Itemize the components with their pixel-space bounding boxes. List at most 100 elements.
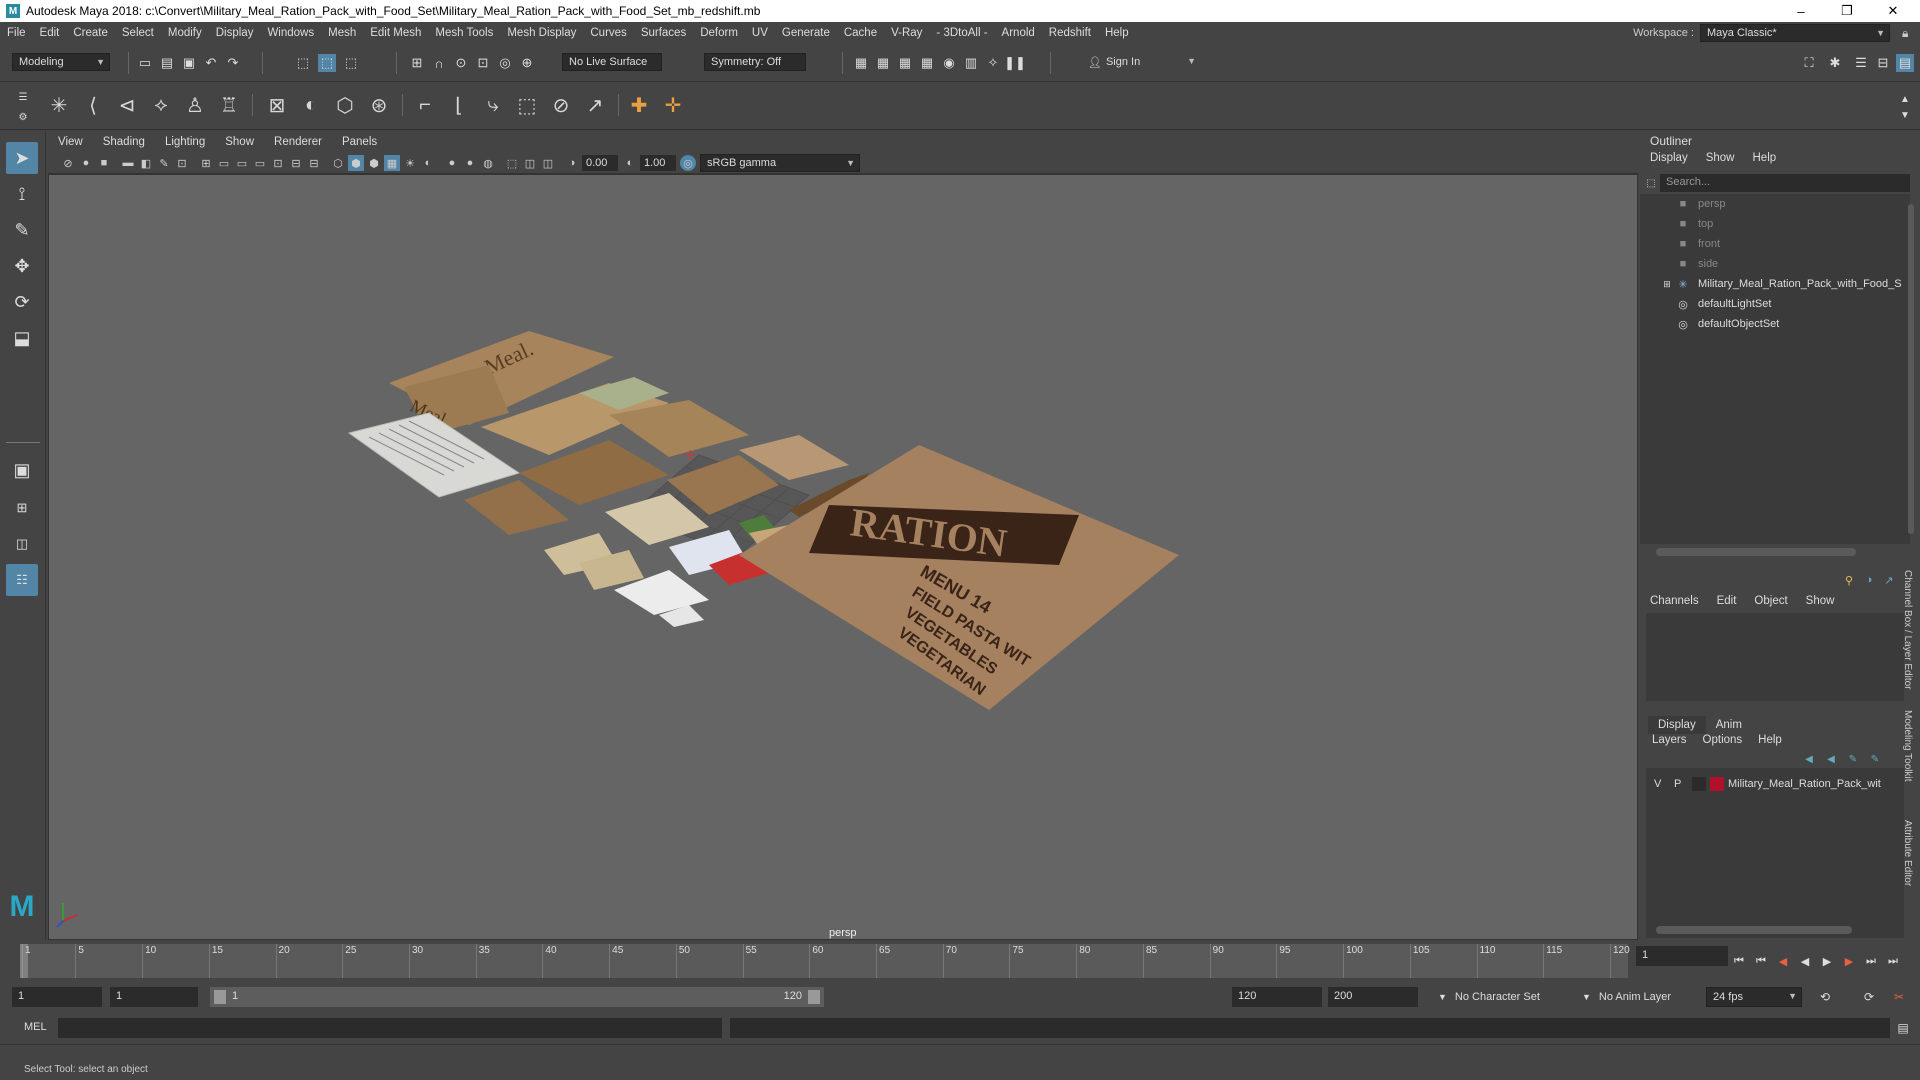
move-tool-icon[interactable]: ✥ xyxy=(6,250,38,282)
four-view-icon[interactable]: ⊞ xyxy=(6,492,38,524)
menu-mesh-display[interactable]: Mesh Display xyxy=(500,27,583,39)
auto-key-icon[interactable]: ⟳ xyxy=(1860,988,1878,1006)
xray-icon[interactable]: ◫ xyxy=(522,155,538,171)
outliner-item-default-object-set[interactable]: ◎ defaultObjectSet xyxy=(1640,314,1910,334)
layer-row[interactable]: V P Military_Meal_Ration_Pack_wit xyxy=(1646,774,1904,794)
panel-menu-shading[interactable]: Shading xyxy=(93,136,155,148)
step-back-frame-icon[interactable]: ◀ xyxy=(1774,952,1792,970)
ik-handle-icon[interactable]: ⟨ xyxy=(78,90,108,120)
sculpt-icon[interactable]: ⬚ xyxy=(512,90,542,120)
camera-select-icon[interactable]: ⊘ xyxy=(60,155,76,171)
menu-set-dropdown[interactable]: Modeling ▼ xyxy=(12,53,110,71)
cluster-icon[interactable]: ⊛ xyxy=(364,90,394,120)
menu-redshift[interactable]: Redshift xyxy=(1042,27,1098,39)
channel-menu-edit[interactable]: Edit xyxy=(1717,595,1737,607)
loop-icon[interactable]: ⟲ xyxy=(1816,988,1834,1006)
menu-modify[interactable]: Modify xyxy=(161,27,209,39)
scene-end-field[interactable]: 200 xyxy=(1328,987,1418,1007)
move-layer-up-icon[interactable]: ◀ xyxy=(1800,750,1818,768)
bend-icon[interactable]: ⌊ xyxy=(444,90,474,120)
scale-tool-icon[interactable]: ⬓ xyxy=(6,322,38,354)
new-scene-icon[interactable]: ▭ xyxy=(136,54,154,72)
shadows-icon[interactable]: ◐ xyxy=(420,155,436,171)
outliner-layout-icon[interactable]: ☷ xyxy=(6,564,38,596)
bookmarks-icon[interactable]: ▬ xyxy=(120,155,136,171)
gamma-icon[interactable]: ◐ xyxy=(622,155,638,171)
wireframe-on-shaded-icon[interactable]: ⬢ xyxy=(366,155,382,171)
character-set-dropdown[interactable]: ▼ No Character Set xyxy=(1432,987,1572,1007)
render-settings-icon[interactable]: ▦ xyxy=(918,54,936,72)
ik-spline-icon[interactable]: ⊲ xyxy=(112,90,142,120)
pivot-icon[interactable]: ✛ xyxy=(658,90,688,120)
viewport-persp[interactable]: Meal. Meal. RATION xyxy=(48,174,1638,940)
light-editor-icon[interactable]: ✧ xyxy=(984,54,1002,72)
playback-start-field[interactable]: 1 xyxy=(110,987,198,1007)
screen-space-ao-icon[interactable]: ● xyxy=(444,155,460,171)
current-time-indicator[interactable] xyxy=(20,944,28,978)
paint-weights-icon[interactable]: ◐ xyxy=(296,90,326,120)
film-gate-icon[interactable]: ▭ xyxy=(216,155,232,171)
outliner-item-side[interactable]: ■ side xyxy=(1640,254,1910,274)
select-hierarchy-icon[interactable]: ⬚ xyxy=(294,54,312,72)
grease-pencil-icon[interactable]: ✎ xyxy=(156,155,172,171)
filter-icon[interactable]: ⬚ xyxy=(1642,174,1660,192)
view-transform-dropdown[interactable]: sRGB gamma ▼ xyxy=(700,154,860,172)
layer-type-toggle[interactable] xyxy=(1692,777,1706,791)
human-ik-icon[interactable]: ✱ xyxy=(1826,54,1844,72)
persp-outliner-icon[interactable]: ◫ xyxy=(6,528,38,560)
shelf-settings-icon[interactable]: ⚙ xyxy=(14,108,32,126)
step-back-key-icon[interactable]: ⏮ xyxy=(1752,952,1770,970)
playback-end-field[interactable]: 120 xyxy=(1232,987,1322,1007)
grid-toggle-icon[interactable]: ⊞ xyxy=(198,155,214,171)
multisample-icon[interactable]: ◍ xyxy=(480,155,496,171)
outliner-search-input[interactable]: Search... xyxy=(1660,174,1910,192)
menu-edit-mesh[interactable]: Edit Mesh xyxy=(363,27,428,39)
render-view-icon[interactable]: ▦ xyxy=(852,54,870,72)
expand-icon[interactable]: ⊞ xyxy=(1660,277,1674,291)
go-to-end-icon[interactable]: ⏭ xyxy=(1884,952,1902,970)
menu-windows[interactable]: Windows xyxy=(260,27,321,39)
time-ruler[interactable]: 1 5 10 15 20 25 30 35 40 45 50 55 60 65 70 75 80 85 90 95 10… xyxy=(20,944,1630,978)
layer-menu-options[interactable]: Options xyxy=(1703,734,1743,746)
textured-icon[interactable]: ▦ xyxy=(384,155,400,171)
snap-point-icon[interactable]: ⊙ xyxy=(452,54,470,72)
tab-anim[interactable]: Anim xyxy=(1706,716,1752,734)
command-language-label[interactable]: MEL xyxy=(24,1021,47,1033)
select-component-icon[interactable]: ⬚ xyxy=(342,54,360,72)
skeleton-icon[interactable]: ♖ xyxy=(214,90,244,120)
hypershade-icon[interactable]: ◉ xyxy=(940,54,958,72)
script-editor-icon[interactable]: ▤ xyxy=(1894,1019,1912,1037)
snap-grid-icon[interactable]: ⊞ xyxy=(408,54,426,72)
panel-menu-lighting[interactable]: Lighting xyxy=(155,136,215,148)
ipr-render-icon[interactable]: ▦ xyxy=(896,54,914,72)
layer-playback-toggle[interactable]: P xyxy=(1674,778,1681,790)
xray-joints-icon[interactable]: ◫ xyxy=(540,155,556,171)
move-layer-down-icon[interactable]: ◀ xyxy=(1822,750,1840,768)
redo-icon[interactable]: ↷ xyxy=(224,54,242,72)
snap-curve-icon[interactable]: ∩ xyxy=(430,54,448,72)
attribute-editor-icon[interactable]: ☰ xyxy=(1852,54,1870,72)
menu-3dtoall[interactable]: - 3DtoAll - xyxy=(929,27,994,39)
outliner-item-default-light-set[interactable]: ◎ defaultLightSet xyxy=(1640,294,1910,314)
panel-menu-renderer[interactable]: Renderer xyxy=(264,136,332,148)
layer-menu-help[interactable]: Help xyxy=(1758,734,1782,746)
gate-mask-icon[interactable]: ▭ xyxy=(252,155,268,171)
menu-deform[interactable]: Deform xyxy=(693,27,745,39)
open-scene-icon[interactable]: ▤ xyxy=(158,54,176,72)
outliner-menu-show[interactable]: Show xyxy=(1706,152,1735,164)
fps-dropdown[interactable]: 24 fps ▼ xyxy=(1706,987,1802,1007)
shelf-scroll-down-icon[interactable]: ▼ xyxy=(1896,106,1914,124)
color-management-icon[interactable]: ◎ xyxy=(680,155,696,171)
menu-select[interactable]: Select xyxy=(115,27,161,39)
menu-mesh-tools[interactable]: Mesh Tools xyxy=(428,27,500,39)
channel-menu-object[interactable]: Object xyxy=(1754,595,1787,607)
menu-file[interactable]: File xyxy=(0,27,33,39)
symmetry-dropdown[interactable]: Symmetry: Off xyxy=(704,53,806,71)
camera-attributes-icon[interactable]: ■ xyxy=(96,155,112,171)
select-tool-icon[interactable]: ➤ xyxy=(6,142,38,174)
tab-display[interactable]: Display xyxy=(1648,716,1706,734)
panel-menu-view[interactable]: View xyxy=(48,136,93,148)
layer-color-swatch[interactable] xyxy=(1710,777,1724,791)
modeling-toolkit-icon[interactable]: ⛶ xyxy=(1800,54,1818,72)
play-backward-icon[interactable]: ◀ xyxy=(1796,952,1814,970)
